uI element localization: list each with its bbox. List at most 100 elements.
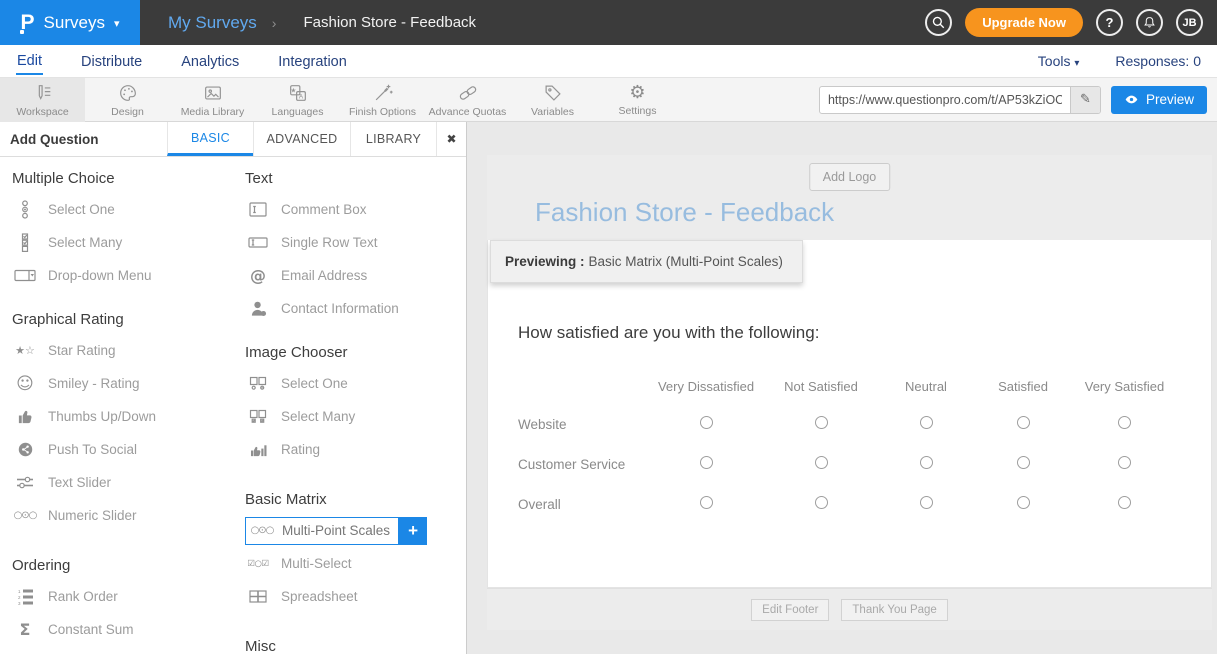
qtype-select-many[interactable]: Select Many: [12, 226, 233, 259]
toolbar-settings[interactable]: ⚙ Settings: [595, 78, 680, 122]
qtype-email-address[interactable]: @ Email Address: [245, 259, 466, 292]
slider-icon: [12, 475, 38, 490]
tab-distribute[interactable]: Distribute: [80, 48, 143, 74]
qtype-image-rating[interactable]: Rating: [245, 433, 466, 466]
qtype-contact-information[interactable]: Contact Information: [245, 292, 466, 325]
rank-list-icon: 123: [12, 588, 38, 605]
upgrade-now-button[interactable]: Upgrade Now: [965, 8, 1083, 37]
toolbar-design[interactable]: Design: [85, 78, 170, 122]
preview-button[interactable]: Preview: [1111, 86, 1207, 114]
qtype-thumbs-up-down[interactable]: Thumbs Up/Down: [12, 400, 233, 433]
breadcrumb-my-surveys[interactable]: My Surveys: [168, 13, 257, 33]
tab-integration[interactable]: Integration: [277, 48, 348, 74]
matrix-col-header: Very Satisfied: [1072, 368, 1177, 404]
notifications-button[interactable]: [1136, 9, 1163, 36]
thumb-icon: [12, 408, 38, 425]
dropdown-icon: [12, 269, 38, 282]
survey-title[interactable]: Fashion Store - Feedback: [535, 197, 834, 228]
edit-url-button[interactable]: ✎: [1070, 87, 1100, 113]
tab-edit[interactable]: Edit: [16, 47, 43, 75]
matrix-radio[interactable]: [1118, 456, 1131, 469]
svg-text:A: A: [298, 93, 303, 100]
edit-footer-button[interactable]: Edit Footer: [751, 599, 829, 621]
toolbar-variables[interactable]: Variables: [510, 78, 595, 122]
matrix-radio[interactable]: [920, 416, 933, 429]
matrix-radio[interactable]: [1118, 496, 1131, 509]
tab-library[interactable]: LIBRARY: [350, 122, 436, 156]
toolbar-media-library[interactable]: Media Library: [170, 78, 255, 122]
section-multiple-choice: Multiple Choice: [12, 169, 233, 189]
matrix-radio[interactable]: [1017, 416, 1030, 429]
questionpro-app: P Surveys ▾ My Surveys › Fashion Store -…: [0, 0, 1217, 654]
image-select-many-icon: [245, 409, 271, 424]
add-logo-button[interactable]: Add Logo: [809, 163, 891, 191]
search-icon: [931, 15, 946, 30]
qtype-comment-box[interactable]: Comment Box: [245, 193, 466, 226]
stars-icon: ★☆: [12, 344, 38, 357]
qtype-image-select-many[interactable]: Select Many: [245, 400, 466, 433]
qtype-spreadsheet[interactable]: Spreadsheet: [245, 580, 466, 613]
matrix-radio[interactable]: [815, 416, 828, 429]
image-icon: [202, 82, 224, 104]
matrix-radio[interactable]: [1017, 456, 1030, 469]
qtype-text-slider[interactable]: Text Slider: [12, 466, 233, 499]
qtype-drag-and-drop[interactable]: Drag and Drop: [12, 646, 233, 654]
tools-menu[interactable]: Tools ▾: [1038, 53, 1080, 69]
question-text: How satisfied are you with the following…: [518, 323, 819, 343]
survey-url-box: ✎: [819, 86, 1101, 114]
matrix-radio[interactable]: [920, 456, 933, 469]
qtype-image-select-one[interactable]: Select One: [245, 367, 466, 400]
help-button[interactable]: ?: [1096, 9, 1123, 36]
qtype-multi-select[interactable]: ☑○☑ Multi-Select: [245, 547, 466, 580]
toolbar-advance-quotas[interactable]: Advance Quotas: [425, 78, 510, 122]
smiley-icon: ☺: [12, 374, 38, 394]
matrix-radio[interactable]: [1017, 496, 1030, 509]
qtype-constant-sum[interactable]: Σ Constant Sum: [12, 613, 233, 646]
add-question-panel: Add Question BASIC ADVANCED LIBRARY ✖ Mu…: [0, 122, 467, 654]
matrix-row: Website: [518, 404, 1177, 444]
qtype-smiley-rating[interactable]: ☺ Smiley - Rating: [12, 367, 233, 400]
avatar[interactable]: JB: [1176, 9, 1203, 36]
close-icon[interactable]: ✖: [436, 122, 466, 156]
toolbar-workspace[interactable]: Workspace: [0, 78, 85, 122]
qtype-rank-order[interactable]: 123 Rank Order: [12, 580, 233, 613]
qtype-single-row-text[interactable]: Single Row Text: [245, 226, 466, 259]
qtype-dropdown-menu[interactable]: Drop-down Menu: [12, 259, 233, 292]
tab-advanced[interactable]: ADVANCED: [253, 122, 350, 156]
add-question-button[interactable]: +: [399, 517, 427, 545]
surveys-product-menu[interactable]: P Surveys ▾: [0, 0, 140, 45]
breadcrumb-separator-icon: ›: [272, 15, 277, 31]
survey-url-input[interactable]: [820, 87, 1070, 113]
matrix-radio[interactable]: [1118, 416, 1131, 429]
selected-question-type[interactable]: ○⊙○ Multi-Point Scales: [245, 517, 399, 545]
image-select-one-icon: [245, 376, 271, 391]
svg-text:3: 3: [18, 601, 21, 605]
product-name: Surveys: [44, 13, 105, 33]
tab-analytics[interactable]: Analytics: [180, 48, 240, 74]
qtype-star-rating[interactable]: ★☆ Star Rating: [12, 334, 233, 367]
at-icon: @: [245, 266, 271, 285]
question-mark-icon: ?: [1106, 15, 1114, 30]
bell-icon: [1142, 15, 1157, 30]
tab-basic[interactable]: BASIC: [167, 122, 253, 156]
matrix-col-header: Very Dissatisfied: [648, 368, 764, 404]
matrix-radio[interactable]: [920, 496, 933, 509]
matrix-radio[interactable]: [700, 456, 713, 469]
toolbar-finish-options[interactable]: Finish Options: [340, 78, 425, 122]
search-button[interactable]: [925, 9, 952, 36]
gear-icon: ⚙: [629, 83, 645, 103]
top-actions: Upgrade Now ? JB: [925, 8, 1203, 37]
matrix-radio[interactable]: [700, 416, 713, 429]
qtype-numeric-slider[interactable]: ○⊙○ Numeric Slider: [12, 499, 233, 532]
thank-you-page-button[interactable]: Thank You Page: [841, 599, 947, 621]
toolbar-languages[interactable]: ★A Languages: [255, 78, 340, 122]
matrix-radio[interactable]: [815, 496, 828, 509]
matrix-radio[interactable]: [700, 496, 713, 509]
survey-footer: Edit Footer Thank You Page: [487, 588, 1212, 630]
qtype-push-to-social[interactable]: Push To Social: [12, 433, 233, 466]
responses-count[interactable]: Responses: 0: [1115, 53, 1201, 69]
qtype-select-one[interactable]: Select One: [12, 193, 233, 226]
question-column-2: Text Comment Box Single Row Text @ Ema: [233, 157, 466, 654]
matrix-radio[interactable]: [815, 456, 828, 469]
qtype-multi-point-scales[interactable]: ○⊙○ Multi-Point Scales +: [245, 514, 466, 547]
